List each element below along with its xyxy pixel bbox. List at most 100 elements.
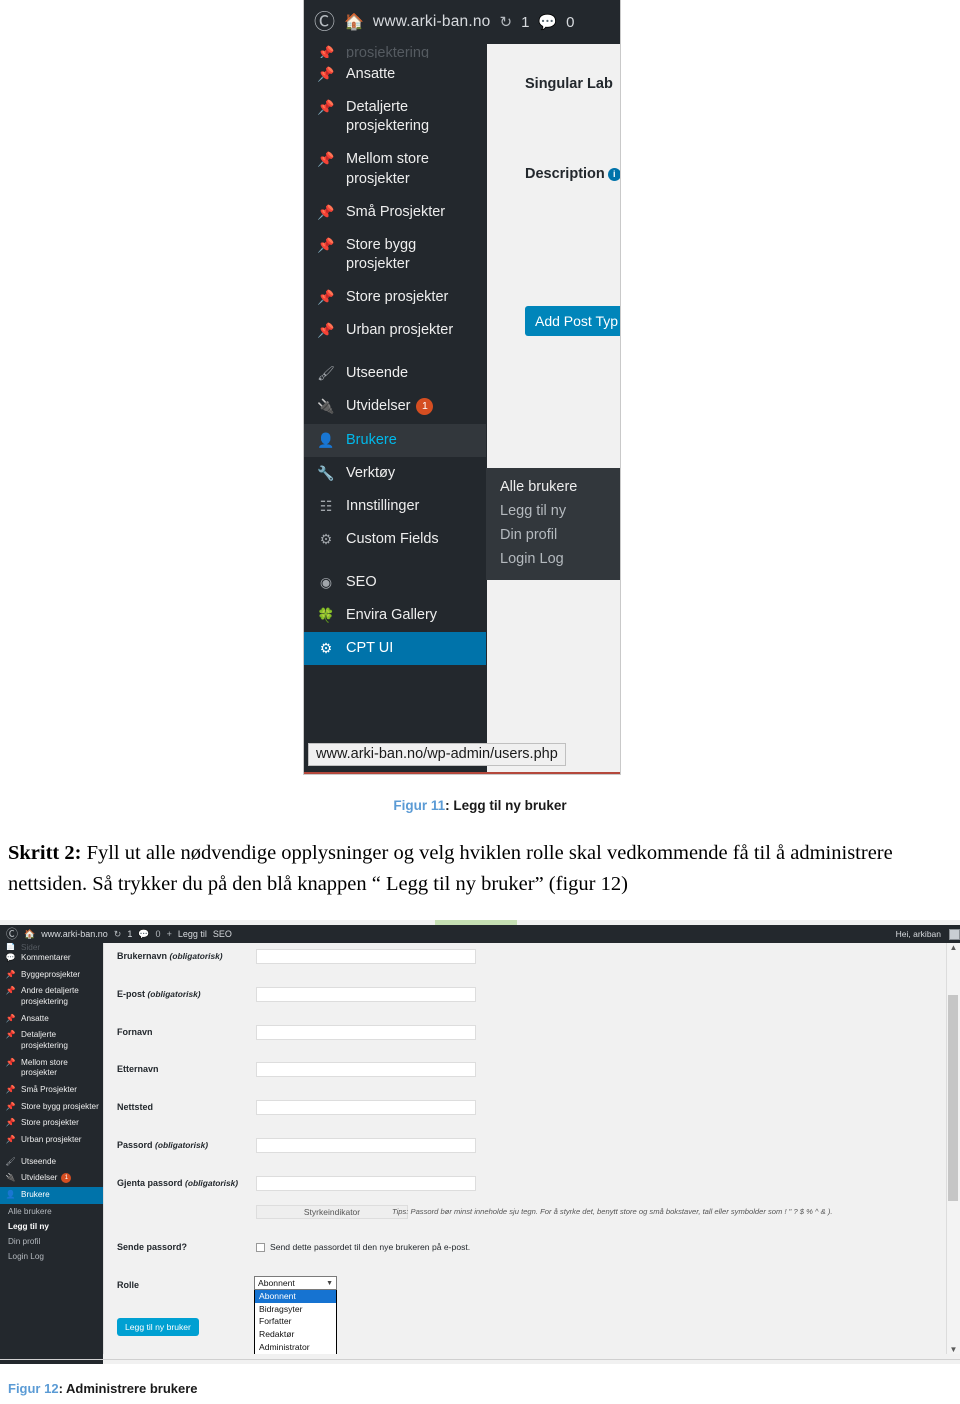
send-password-checkbox[interactable]: [256, 1242, 265, 1252]
greeting-text[interactable]: Hei, arkiban: [896, 929, 941, 939]
role-option-bidragsyter[interactable]: Bidragsyter: [255, 1303, 336, 1316]
sidebar-item-detaljerte-prosjektering[interactable]: 📌 Detaljerte prosjektering: [304, 91, 486, 143]
input-gjenta-passord[interactable]: [256, 1176, 476, 1191]
sidebar-item-cpt-ui[interactable]: ⚙ CPT UI: [304, 632, 494, 666]
add-new-user-form-pane: Brukernavn (obligatorisk) E-post (obliga…: [103, 943, 947, 1354]
sidebar-item-utseende[interactable]: 🖌 Utseende: [0, 1154, 103, 1171]
pin-icon: 📌: [5, 986, 16, 996]
user-icon: 👤: [317, 431, 335, 448]
role-select-box[interactable]: Abonnent ▼: [254, 1276, 337, 1290]
sidebar-item-utseende[interactable]: 🖌 Utseende: [304, 357, 486, 390]
role-option-forfatter[interactable]: Forfatter: [255, 1315, 336, 1328]
sidebar-item-label: Store bygg prosjekter: [21, 1101, 99, 1111]
submenu-item-login-log[interactable]: Login Log: [0, 1249, 103, 1264]
info-icon[interactable]: i: [607, 167, 620, 181]
wordpress-logo-icon[interactable]: Ⓒ: [314, 12, 335, 33]
legg-til-ny-bruker-button[interactable]: Legg til ny bruker: [117, 1318, 199, 1336]
seo-label[interactable]: SEO: [213, 929, 232, 939]
sidebar-item-seo[interactable]: ◉ SEO: [304, 566, 486, 599]
input-brukernavn[interactable]: [256, 949, 476, 964]
sidebar-item-sider-cut[interactable]: 📄 Sider: [0, 943, 103, 950]
new-label[interactable]: Legg til: [178, 929, 207, 939]
chevron-down-icon[interactable]: ▼: [326, 1280, 333, 1287]
sidebar-item-store-prosjekter[interactable]: 📌 Store prosjekter: [304, 281, 486, 314]
sidebar-item-store-bygg-prosjekter[interactable]: 📌 Store bygg prosjekter: [304, 229, 486, 281]
sidebar-item-envira-gallery[interactable]: 🍀 Envira Gallery: [304, 599, 486, 632]
sidebar-item-label: prosjektering: [346, 45, 430, 58]
sidebar-item-store-prosjekter[interactable]: 📌 Store prosjekter: [0, 1115, 103, 1132]
role-option-abonnent[interactable]: Abonnent: [255, 1290, 336, 1303]
sidebar-item-verktoy[interactable]: 🔧 Verktøy: [304, 457, 486, 490]
sidebar-item-brukere[interactable]: 👤 Brukere: [0, 1187, 103, 1204]
leaf-icon: 🍀: [317, 607, 335, 624]
admin-sidebar-menu-2: 📄 Sider 💬 Kommentarer 📌 Byggeprosjekter …: [0, 943, 103, 1364]
sidebar-item-detaljerte-prosjektering[interactable]: 📌 Detaljerte prosjektering: [0, 1027, 103, 1054]
updates-icon[interactable]: ↻: [114, 929, 122, 940]
sidebar-item-byggeprosjekter[interactable]: 📌 Byggeprosjekter: [0, 967, 103, 984]
home-icon[interactable]: 🏠: [344, 12, 364, 32]
label-nettsted: Nettsted: [117, 1102, 154, 1112]
label-brukernavn: Brukernavn (obligatorisk): [117, 951, 223, 961]
sidebar-item-utvidelser[interactable]: 🔌 Utvidelser 1: [0, 1170, 103, 1187]
flyout-item-login-log[interactable]: Login Log: [486, 547, 620, 571]
sidebar-item-andre-detaljerte-prosjektering[interactable]: 📌 Andre detaljerte prosjektering: [0, 983, 103, 1010]
sidebar-item-urban-prosjekter[interactable]: 📌 Urban prosjekter: [0, 1132, 103, 1149]
role-select[interactable]: Abonnent ▼ Abonnent Bidragsyter Forfatte…: [254, 1276, 337, 1354]
sidebar-item-sma-prosjekter[interactable]: 📌 Små Prosjekter: [0, 1082, 103, 1099]
updates-icon[interactable]: ↻: [500, 13, 513, 31]
sidebar-item-utvidelser[interactable]: 🔌 Utvidelser 1: [304, 390, 486, 423]
sidebar-item-mellom-store-prosjekter[interactable]: 📌 Mellom store prosjekter: [304, 143, 486, 195]
sidebar-item-mellom-store-prosjekter[interactable]: 📌 Mellom store prosjekter: [0, 1055, 103, 1082]
sidebar-item-ansatte[interactable]: 📌 Ansatte: [304, 58, 486, 91]
input-epost[interactable]: [256, 987, 476, 1002]
wp-admin-bar-2: Ⓒ 🏠 www.arki-ban.no ↻ 1 💬 0 + Legg til S…: [0, 925, 960, 943]
avatar[interactable]: [949, 928, 960, 940]
site-name[interactable]: www.arki-ban.no: [373, 13, 491, 31]
flyout-item-alle-brukere[interactable]: Alle brukere: [486, 475, 620, 499]
singular-label-text: Singular Lab: [525, 76, 613, 92]
step-2-paragraph: Skritt 2: Fyll ut alle nødvendige opplys…: [8, 838, 920, 900]
input-fornavn[interactable]: [256, 1025, 476, 1040]
sidebar-item-brukere[interactable]: 👤 Brukere: [304, 423, 494, 457]
home-icon[interactable]: 🏠: [24, 929, 35, 940]
label-epost: E-post (obligatorisk): [117, 989, 201, 999]
flyout-item-legg-til-ny[interactable]: Legg til ny: [486, 499, 620, 523]
comment-bubble-icon[interactable]: 💬: [538, 13, 557, 31]
flyout-item-din-profil[interactable]: Din profil: [486, 523, 620, 547]
submenu-item-legg-til-ny[interactable]: Legg til ny: [0, 1219, 103, 1234]
input-passord[interactable]: [256, 1138, 476, 1153]
step-2-lead: Skritt 2:: [8, 842, 82, 864]
role-option-redaktor[interactable]: Redaktør: [255, 1328, 336, 1341]
submenu-item-alle-brukere[interactable]: Alle brukere: [0, 1204, 103, 1219]
sidebar-item-label: Kommentarer: [21, 953, 71, 962]
comment-bubble-icon[interactable]: 💬: [138, 929, 149, 940]
input-etternavn[interactable]: [256, 1062, 476, 1077]
chevron-up-icon[interactable]: ▲: [947, 943, 960, 952]
role-options-list[interactable]: Abonnent Bidragsyter Forfatter Redaktør …: [254, 1290, 337, 1354]
input-nettsted[interactable]: [256, 1100, 476, 1115]
scrollbar-thumb[interactable]: [948, 995, 958, 1201]
plus-icon[interactable]: +: [167, 929, 172, 939]
vertical-scrollbar[interactable]: ▲ ▼: [946, 943, 960, 1354]
sidebar-item-sma-prosjekter[interactable]: 📌 Små Prosjekter: [304, 196, 486, 229]
sidebar-item-innstillinger[interactable]: ☷ Innstillinger: [304, 490, 486, 523]
submenu-item-din-profil[interactable]: Din profil: [0, 1234, 103, 1249]
sidebar-item-label: Store prosjekter: [346, 289, 449, 305]
figure-12-screenshot: Ⓒ 🏠 www.arki-ban.no ↻ 1 💬 0 + Legg til S…: [0, 920, 960, 1364]
site-name[interactable]: www.arki-ban.no: [41, 929, 108, 939]
chevron-down-icon[interactable]: ▼: [947, 1345, 960, 1354]
sidebar-item-label: Urban prosjekter: [21, 1134, 82, 1144]
sidebar-item-label: Andre detaljerte prosjektering: [21, 986, 79, 1006]
sidebar-item-ansatte[interactable]: 📌 Ansatte: [0, 1011, 103, 1028]
password-tip-text: Tips: Passord bør minst inneholde sju te…: [392, 1207, 833, 1216]
wordpress-logo-icon[interactable]: Ⓒ: [6, 928, 18, 940]
sidebar-item-prosjektering-cut[interactable]: 📌 prosjektering: [304, 44, 486, 58]
send-password-checkbox-row[interactable]: Send dette passordet til den nye brukere…: [256, 1242, 470, 1252]
sidebar-item-kommentarer[interactable]: 💬 Kommentarer: [0, 950, 103, 967]
sidebar-item-urban-prosjekter[interactable]: 📌 Urban prosjekter: [304, 314, 486, 347]
brukere-flyout-submenu: Alle brukere Legg til ny Din profil Logi…: [486, 468, 620, 580]
sidebar-item-custom-fields[interactable]: ⚙ Custom Fields: [304, 523, 486, 556]
role-option-administrator[interactable]: Administrator: [255, 1341, 336, 1354]
sidebar-item-store-bygg-prosjekter[interactable]: 📌 Store bygg prosjekter: [0, 1099, 103, 1116]
add-post-type-button[interactable]: Add Post Typ: [525, 306, 620, 336]
